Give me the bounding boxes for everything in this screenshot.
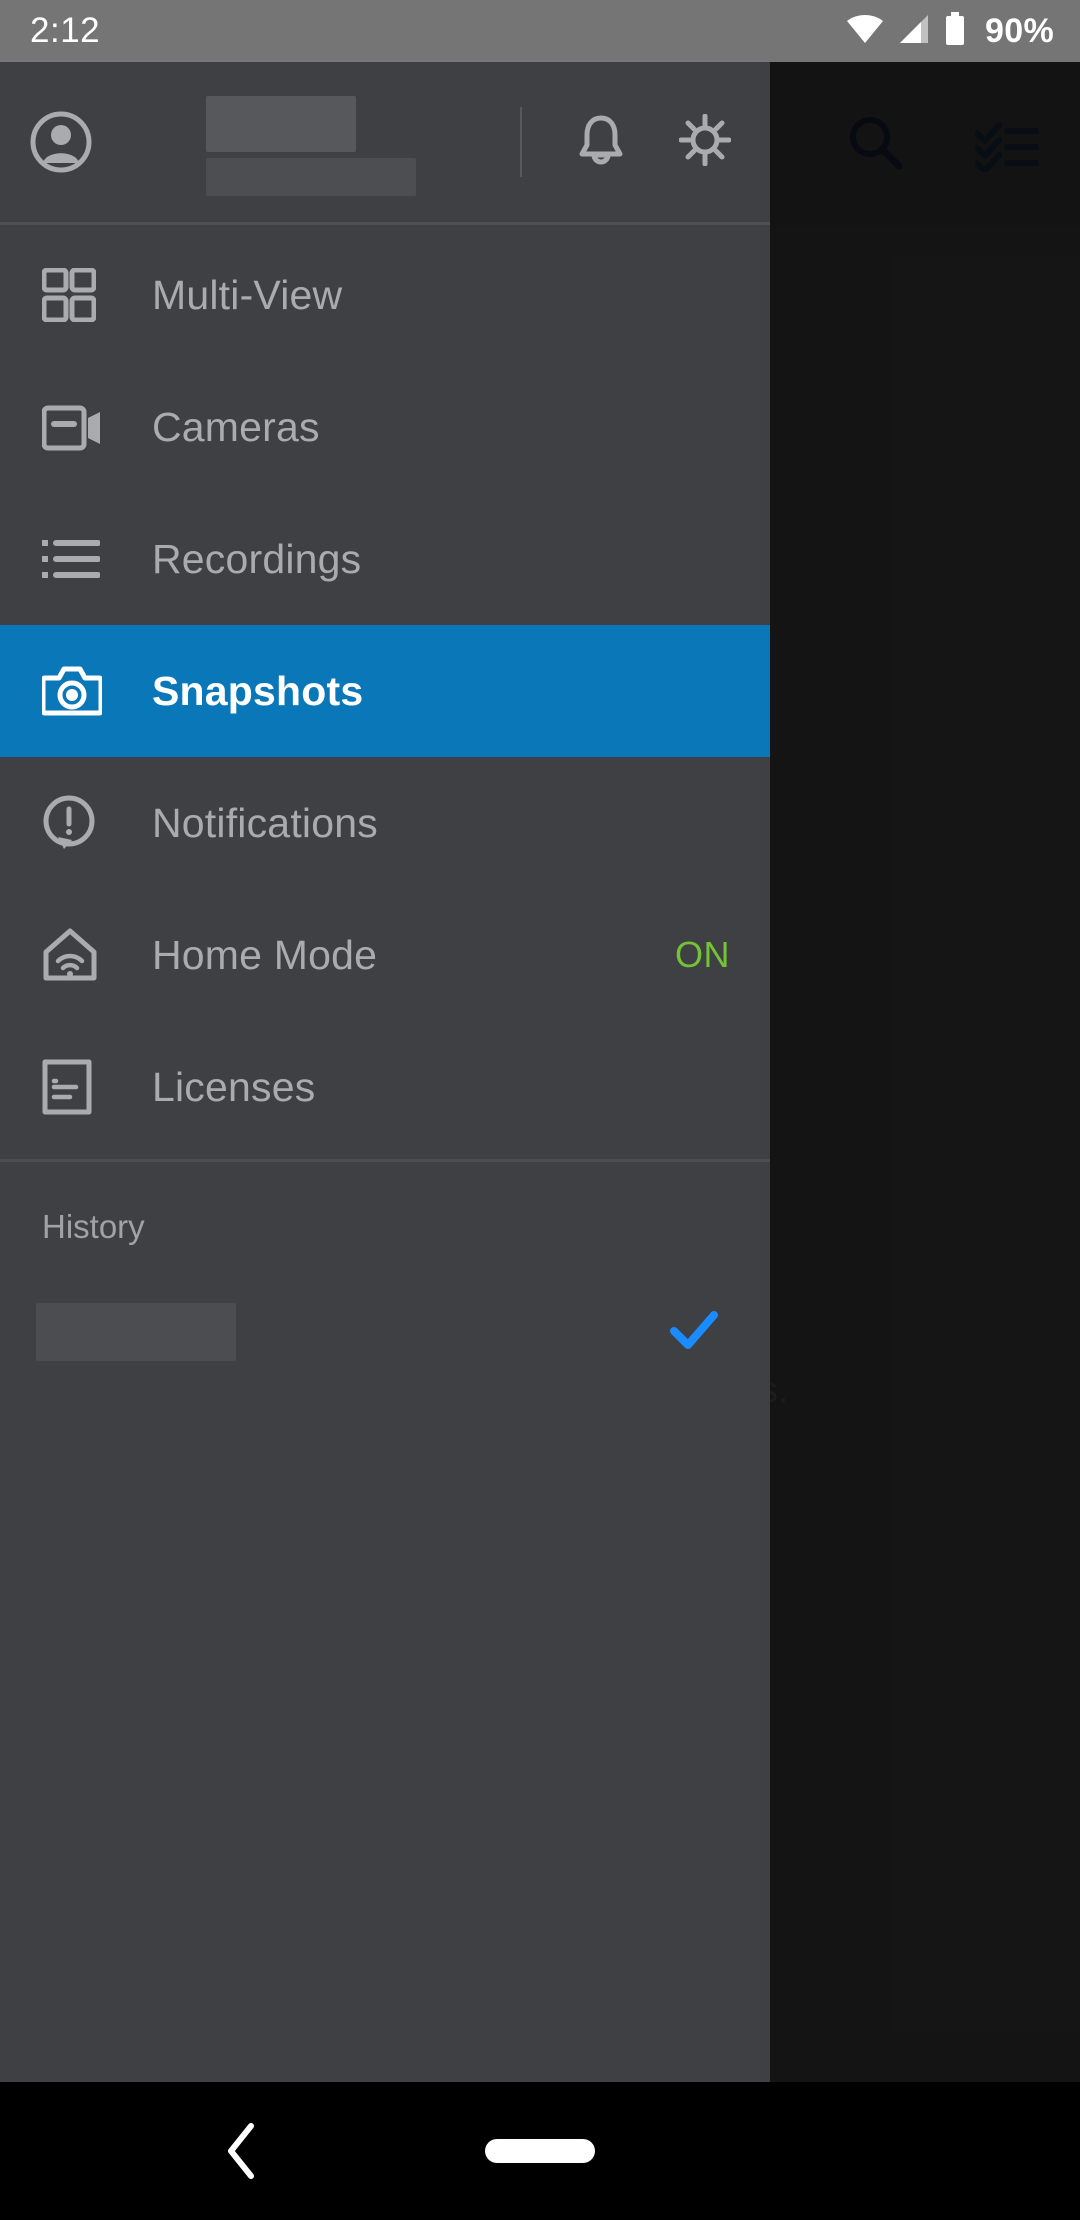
drawer-item-notifications[interactable]: Notifications [0, 757, 770, 889]
drawer-item-licenses[interactable]: Licenses [0, 1021, 770, 1153]
video-camera-icon [42, 402, 108, 452]
home-pill-indicator[interactable] [485, 2139, 595, 2163]
drawer-menu-list: Multi-View Cameras Recordings Snapshots … [0, 225, 770, 1153]
drawer-item-home-mode[interactable]: Home Mode ON [0, 889, 770, 1021]
bell-icon [578, 114, 624, 171]
checkmark-icon [670, 1310, 718, 1355]
android-navigation-bar [0, 2082, 1080, 2220]
settings-button[interactable] [674, 111, 736, 173]
status-bar-clock: 2:12 [30, 11, 101, 50]
drawer-item-label: Snapshots [152, 667, 364, 714]
drawer-item-label: Notifications [152, 799, 378, 846]
history-section-title: History [42, 1208, 145, 1245]
wifi-icon [846, 14, 884, 49]
account-subtitle-redacted [206, 158, 416, 196]
drawer-item-label: Licenses [152, 1063, 316, 1110]
drawer-item-label: Home Mode [152, 931, 378, 978]
header-divider [520, 107, 522, 177]
account-name-redacted [206, 96, 356, 152]
status-bar-icon-group: 90% [846, 11, 1054, 51]
back-chevron-icon[interactable] [212, 2121, 272, 2181]
status-bar: 2:12 90% [0, 0, 1080, 62]
history-list [0, 1284, 770, 1380]
account-info-block[interactable] [122, 85, 520, 200]
document-lines-icon [42, 1059, 108, 1115]
alert-bubble-icon [42, 795, 108, 851]
drawer-header [0, 62, 770, 225]
bulleted-list-icon [42, 537, 108, 581]
grid-four-squares-icon [42, 268, 108, 322]
home-mode-status-badge: ON [675, 934, 730, 975]
camera-icon [42, 666, 108, 716]
account-avatar-icon[interactable] [30, 111, 92, 173]
history-item[interactable] [0, 1284, 770, 1380]
phone-screen: 2:12 90% Multi-View Cameras Recordings S… [0, 0, 1080, 2220]
drawer-item-recordings[interactable]: Recordings [0, 493, 770, 625]
drawer-item-snapshots[interactable]: Snapshots [0, 625, 770, 757]
drawer-item-cameras[interactable]: Cameras [0, 361, 770, 493]
house-wifi-icon [42, 928, 108, 982]
drawer-item-label: Recordings [152, 535, 362, 582]
drawer-item-label: Cameras [152, 403, 320, 450]
drawer-item-multi-view[interactable]: Multi-View [0, 229, 770, 361]
gear-icon [678, 113, 732, 171]
history-item-label-redacted [36, 1303, 236, 1361]
cellular-signal-icon [897, 14, 931, 49]
drawer-item-label: Multi-View [152, 271, 343, 318]
notifications-button[interactable] [570, 111, 632, 173]
navigation-drawer: Multi-View Cameras Recordings Snapshots … [0, 62, 770, 2082]
battery-icon [944, 11, 966, 51]
history-section: History [0, 1159, 770, 2082]
battery-percent-label: 90% [985, 11, 1054, 50]
